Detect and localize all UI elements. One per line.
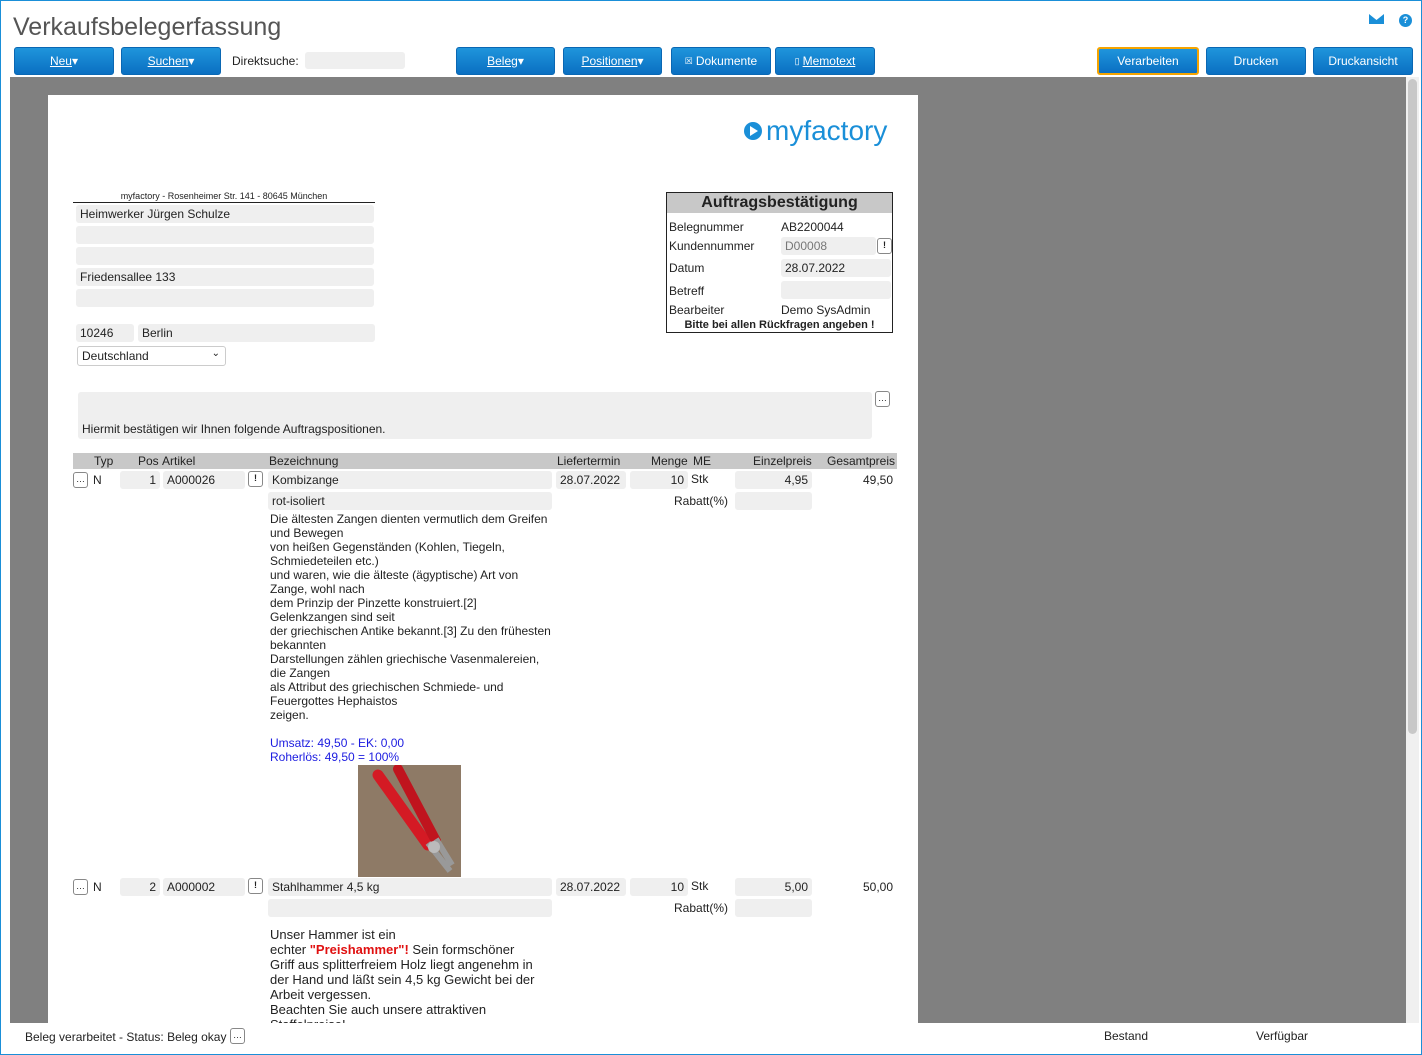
customer-info-button[interactable]: !: [877, 238, 892, 254]
position-me: Stk: [691, 879, 709, 893]
col-gesamtpreis: Gesamtpreis: [827, 454, 896, 468]
position-einzelpreis[interactable]: 4,95: [735, 471, 812, 489]
datum-field[interactable]: 28.07.2022: [781, 259, 891, 277]
position-menge[interactable]: 10: [630, 878, 688, 896]
drucken-button[interactable]: Drucken: [1206, 47, 1306, 75]
address-zip[interactable]: 10246: [76, 324, 134, 342]
bestand-label: Bestand: [1104, 1029, 1149, 1043]
play-icon: [744, 122, 762, 140]
new-button[interactable]: Neu ▾: [14, 47, 114, 75]
country-select[interactable]: Deutschland ⌄: [77, 346, 226, 366]
chevron-down-icon: ⌄: [211, 348, 220, 359]
datum-label: Datum: [669, 261, 705, 275]
position-einzelpreis[interactable]: 5,00: [735, 878, 812, 896]
belegnummer-label: Belegnummer: [669, 220, 744, 234]
belegnummer-value: AB2200044: [781, 220, 844, 234]
rabatt-label: Rabatt(%): [674, 494, 729, 508]
position-bezeichnung[interactable]: Kombizange: [268, 471, 552, 489]
product-image-pliers: [358, 765, 461, 877]
direct-search-input[interactable]: [305, 52, 405, 69]
search-button[interactable]: Suchen ▾: [121, 47, 221, 75]
status-text: Beleg verarbeitet - Status: Beleg okay: [25, 1030, 227, 1044]
positions-header: Typ Pos Artikel Bezeichnung Liefertermin…: [73, 453, 897, 469]
memotext-button[interactable]: ▯ Memotext: [775, 47, 875, 75]
position-liefertermin[interactable]: 28.07.2022: [556, 471, 626, 489]
kundennummer-field[interactable]: D00008: [781, 237, 876, 255]
position-bezeichnung[interactable]: Stahlhammer 4,5 kg: [268, 878, 552, 896]
address-line2[interactable]: [76, 226, 374, 244]
col-typ: Typ: [94, 454, 114, 468]
mail-icon[interactable]: [1369, 14, 1384, 24]
col-liefertermin: Liefertermin: [557, 454, 621, 468]
address-line1[interactable]: Heimwerker Jürgen Schulze: [76, 205, 374, 223]
document-viewport: myfactory myfactory - Rosenheimer Str. 1…: [10, 77, 1406, 1023]
help-icon[interactable]: ?: [1399, 14, 1412, 27]
vertical-scrollbar[interactable]: [1406, 77, 1419, 1023]
article-info-button[interactable]: !: [248, 471, 263, 487]
col-bezeichnung: Bezeichnung: [269, 454, 339, 468]
position-pos[interactable]: 2: [120, 878, 160, 896]
address-city[interactable]: Berlin: [138, 324, 375, 342]
position-rabatt[interactable]: [735, 492, 812, 510]
position-menu-button[interactable]: …: [73, 879, 88, 895]
position-longtext: Unser Hammer ist ein echter "Preishammer…: [270, 927, 535, 1023]
col-menge: Menge: [651, 454, 688, 468]
bearbeiter-label: Bearbeiter: [669, 303, 725, 317]
betreff-label: Betreff: [669, 284, 705, 298]
bearbeiter-value: Demo SysAdmin: [781, 303, 871, 317]
col-einzelpreis: Einzelpreis: [753, 454, 812, 468]
position-menu-button[interactable]: …: [73, 472, 88, 488]
betreff-field[interactable]: [781, 281, 891, 299]
document-page: myfactory myfactory - Rosenheimer Str. 1…: [48, 95, 918, 1023]
position-artikel[interactable]: A000002: [163, 878, 245, 896]
position-gesamtpreis: 50,00: [862, 880, 893, 894]
col-artikel: Artikel: [162, 454, 196, 468]
col-me: ME: [693, 454, 711, 468]
position-umsatz: Umsatz: 49,50 - EK: 0,00: [270, 736, 405, 750]
col-pos: Pos: [138, 454, 159, 468]
position-me: Stk: [691, 472, 709, 486]
address-line3[interactable]: [76, 247, 374, 265]
rabatt-label: Rabatt(%): [674, 901, 729, 915]
position-rohertrag: Roherlös: 49,50 = 100%: [270, 750, 400, 764]
status-more-button[interactable]: …: [230, 1028, 245, 1044]
address-line5[interactable]: [76, 289, 374, 307]
position-pos[interactable]: 1: [120, 471, 160, 489]
position-typ: N: [93, 473, 102, 487]
dokumente-button[interactable]: ☒ Dokumente: [671, 47, 771, 75]
reference-note: Bitte bei allen Rückfragen angeben !: [684, 319, 875, 331]
position-artikel[interactable]: A000026: [163, 471, 245, 489]
checkbox-icon: ☒: [684, 55, 693, 66]
position-menge[interactable]: 10: [630, 471, 688, 489]
intro-textarea[interactable]: Hiermit bestätigen wir Ihnen folgende Au…: [78, 392, 872, 439]
position-zusatz[interactable]: [268, 899, 552, 917]
kundennummer-label: Kundennummer: [669, 239, 755, 253]
druckansicht-button[interactable]: Druckansicht: [1313, 47, 1413, 75]
position-longtext: Die ältesten Zangen dienten vermutlich d…: [270, 512, 551, 722]
verarbeiten-button[interactable]: Verarbeiten: [1097, 47, 1199, 75]
positionen-button[interactable]: Positionen ▾: [563, 47, 662, 75]
position-typ: N: [93, 880, 102, 894]
note-icon: ▯: [794, 55, 800, 66]
position-rabatt[interactable]: [735, 899, 812, 917]
page-title: Verkaufsbelegerfassung: [13, 13, 282, 41]
position-liefertermin[interactable]: 28.07.2022: [556, 878, 626, 896]
beleg-button[interactable]: Beleg ▾: [456, 47, 555, 75]
sender-line: myfactory - Rosenheimer Str. 141 - 80645…: [73, 191, 375, 203]
document-info-box: Auftragsbestätigung Belegnummer AB220004…: [666, 192, 893, 333]
position-gesamtpreis: 49,50: [862, 473, 893, 487]
intro-more-button[interactable]: …: [875, 391, 890, 407]
logo: myfactory: [744, 115, 887, 147]
verfuegbar-label: Verfügbar: [1256, 1029, 1309, 1043]
direct-search-label: Direktsuche:: [232, 54, 299, 68]
position-zusatz[interactable]: rot-isoliert: [268, 492, 552, 510]
document-type-title: Auftragsbestätigung: [667, 193, 892, 213]
article-info-button[interactable]: !: [248, 878, 263, 894]
address-street[interactable]: Friedensallee 133: [76, 268, 374, 286]
